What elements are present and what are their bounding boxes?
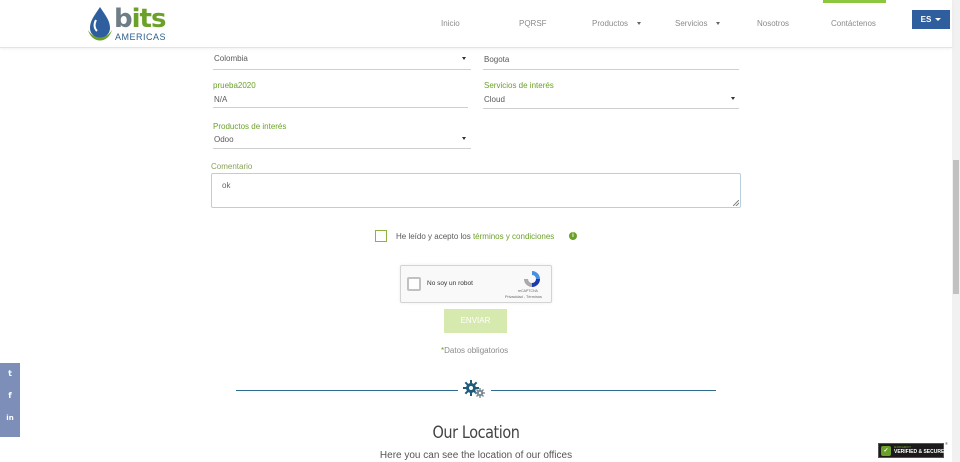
shield-icon: ✓ (881, 446, 891, 456)
logo-its: its (131, 4, 167, 34)
social-sidebar: t f in (0, 363, 20, 437)
chevron-down-icon (637, 22, 642, 26)
terms-text: He leído y acepto los términos y condici… (396, 232, 554, 241)
registered-mark: ® (945, 441, 948, 446)
city-field[interactable]: Bogota (483, 52, 739, 70)
nav-label: PQRSF (519, 19, 547, 28)
terms-prefix: He leído y acepto los (396, 232, 473, 241)
recaptcha-label: No soy un robot (427, 280, 473, 287)
services-select[interactable]: Cloud (483, 92, 739, 109)
company-value: N/A (214, 95, 228, 104)
nav-item-contactenos[interactable]: Contáctenos (831, 19, 876, 28)
services-value: Cloud (484, 95, 505, 104)
city-value: Bogota (484, 55, 510, 64)
recaptcha-widget: No soy un robot reCAPTCHA Privacidad - T… (400, 265, 552, 303)
terms-link[interactable]: términos y condiciones (473, 232, 554, 241)
chevron-down-icon (462, 137, 466, 140)
info-icon[interactable]: i (569, 232, 577, 240)
water-drop-logo-icon (88, 7, 112, 41)
divider-line-left (236, 390, 458, 391)
recaptcha-brand: reCAPTCHA (518, 289, 538, 293)
terms-checkbox[interactable] (375, 230, 387, 242)
nav-item-servicios[interactable]: Servicios (675, 19, 721, 28)
divider-line-right (491, 390, 716, 391)
services-label: Servicios de interés (484, 81, 554, 90)
nav-item-nosotros[interactable]: Nosotros (757, 19, 789, 28)
badge-text: VERIFIED & SECURED (894, 449, 948, 455)
page-scrollbar[interactable] (952, 0, 960, 462)
required-note-text: Datos obligatorios (444, 346, 509, 355)
location-subtitle: Here you can see the location of our off… (379, 450, 573, 461)
nav-label: Nosotros (757, 19, 790, 28)
recaptcha-privacy-link[interactable]: Privacidad (505, 295, 523, 299)
scrollbar-thumb[interactable] (953, 160, 959, 294)
language-label: ES (920, 15, 932, 24)
logo-subtitle: AMERICAS (115, 32, 167, 42)
submit-button[interactable]: ENVIAR (444, 309, 507, 333)
nav-active-indicator (823, 0, 886, 3)
bits-americas-logo[interactable]: bits AMERICAS (86, 4, 170, 44)
required-fields-note: *Datos obligatorios (441, 346, 508, 355)
nav-item-pqrsf[interactable]: PQRSF (519, 19, 547, 28)
security-badge[interactable]: ✓ GODADDY VERIFIED & SECURED (878, 443, 948, 458)
country-value: Colombia (214, 54, 248, 63)
nav-label: Inicio (441, 19, 460, 28)
site-header: bits AMERICAS Inicio PQRSF Productos Ser… (0, 0, 952, 48)
twitter-icon[interactable]: t (0, 364, 20, 384)
recaptcha-logo-icon (524, 271, 540, 287)
company-field[interactable]: N/A (213, 92, 468, 108)
recaptcha-checkbox[interactable] (407, 277, 421, 291)
chevron-down-icon (716, 22, 721, 26)
facebook-icon[interactable]: f (0, 386, 20, 406)
nav-label: Contáctenos (831, 19, 876, 28)
recaptcha-links: Privacidad - Términos (505, 295, 542, 299)
logo-b: b (114, 4, 133, 34)
location-title: Our Location (432, 423, 520, 443)
comment-label: Comentario (211, 162, 253, 171)
nav-label: Servicios (675, 19, 708, 28)
nav-label: Productos (592, 19, 629, 28)
chevron-down-icon (731, 97, 735, 100)
language-selector-button[interactable]: ES (912, 10, 950, 29)
chevron-down-icon (935, 18, 942, 22)
resize-handle-icon[interactable] (733, 200, 739, 206)
nav-item-inicio[interactable]: Inicio (441, 19, 460, 28)
company-label: prueba2020 (213, 81, 256, 90)
nav-item-productos[interactable]: Productos (592, 19, 642, 28)
gears-icon (463, 380, 485, 398)
products-select[interactable]: Odoo (213, 132, 471, 149)
comment-value: ok (222, 181, 231, 190)
recaptcha-terms-link[interactable]: Términos (526, 295, 542, 299)
country-select[interactable]: Colombia (213, 52, 471, 70)
linkedin-icon[interactable]: in (0, 408, 20, 428)
products-label: Productos de interés (213, 122, 287, 131)
logo-wordmark: bits (114, 4, 167, 34)
products-value: Odoo (214, 135, 234, 144)
comment-textarea[interactable]: ok (211, 173, 741, 208)
chevron-down-icon (462, 57, 466, 60)
